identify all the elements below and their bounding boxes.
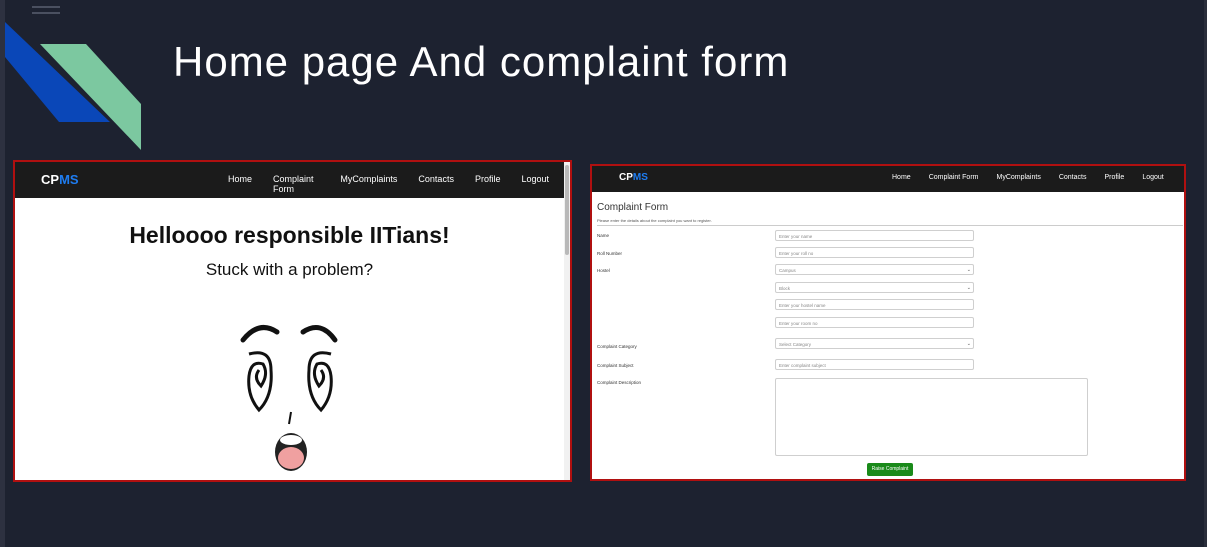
raise-complaint-button[interactable]: Raise Complaint (867, 463, 913, 476)
right-eyebrow (300, 325, 338, 343)
roll-label: Roll Number (597, 251, 623, 256)
tongue (278, 447, 304, 469)
form-title: Complaint Form (597, 202, 669, 213)
campus-select[interactable]: Campus ⌄ (775, 264, 974, 275)
nav-my-complaints[interactable]: MyComplaints (340, 174, 397, 194)
chevron-down-icon: ⌄ (966, 267, 971, 273)
hero-headline: Helloooo responsible IITians! (129, 222, 450, 248)
teeth (280, 435, 302, 445)
navbar: CPMS Home Complaint Form MyComplaints Co… (592, 166, 1184, 192)
slide-decoration (5, 22, 141, 150)
campus-select-value: Campus (779, 268, 796, 273)
description-textarea[interactable] (775, 378, 1088, 456)
brand-cp: CP (619, 172, 633, 183)
left-eyebrow (240, 325, 280, 343)
scrollbar-thumb[interactable] (565, 165, 569, 255)
room-input[interactable]: Enter your room no (775, 317, 974, 328)
subject-input[interactable]: Enter complaint subject (775, 359, 974, 370)
nav-contacts[interactable]: Contacts (418, 174, 454, 194)
slide-title: Home page And complaint form (173, 38, 790, 85)
category-select[interactable]: Select Category ⌄ (775, 338, 974, 349)
nav-logout[interactable]: Logout (521, 174, 549, 194)
brand-logo[interactable]: CPMS (41, 172, 79, 187)
block-select-value: Block (779, 286, 791, 291)
nav-complaint-form[interactable]: Complaint Form (929, 174, 979, 181)
hero-subheadline: Stuck with a problem? (205, 260, 374, 279)
nav-my-complaints[interactable]: MyComplaints (996, 174, 1040, 181)
right-eye (307, 351, 333, 413)
form-subtitle: Please enter the details about the compl… (597, 218, 712, 223)
brand-logo[interactable]: CPMS (619, 172, 648, 183)
category-select-value: Select Category (779, 342, 812, 347)
subject-label: Complaint Subject (597, 363, 634, 368)
nav-home[interactable]: Home (892, 174, 911, 181)
nav-home[interactable]: Home (228, 174, 252, 194)
form-divider (597, 225, 1183, 226)
hostel-name-input[interactable]: Enter your hostel name (775, 299, 974, 310)
nav-contacts[interactable]: Contacts (1059, 174, 1087, 181)
nav-complaint-form[interactable]: Complaint Form (273, 174, 319, 194)
scrollbar[interactable] (564, 162, 570, 480)
nav-logout[interactable]: Logout (1142, 174, 1163, 181)
block-select[interactable]: Block ⌄ (775, 282, 974, 293)
name-input[interactable]: Enter your name (775, 230, 974, 241)
name-label: Name (597, 233, 610, 238)
nav-links: Home Complaint Form MyComplaints Contact… (228, 174, 570, 194)
navbar: CPMS Home Complaint Form MyComplaints Co… (15, 162, 570, 198)
chevron-down-icon: ⌄ (966, 285, 971, 291)
hostel-label: Hostel (597, 268, 610, 273)
category-label: Complaint Category (597, 344, 637, 349)
complaint-form-screenshot: CPMS Home Complaint Form MyComplaints Co… (590, 164, 1186, 481)
description-label: Complaint Description (597, 380, 642, 385)
chevron-down-icon: ⌄ (966, 341, 971, 347)
homepage-screenshot: CPMS Home Complaint Form MyComplaints Co… (13, 160, 572, 482)
left-eye (247, 351, 273, 413)
nav-profile[interactable]: Profile (475, 174, 501, 194)
brand-ms: MS (632, 172, 648, 183)
nav-profile[interactable]: Profile (1104, 174, 1124, 181)
brand-cp: CP (41, 172, 60, 187)
nose (288, 411, 292, 425)
nav-links: Home Complaint Form MyComplaints Contact… (892, 174, 1182, 181)
shocked-face-illustration (240, 325, 338, 471)
brand-ms: MS (59, 172, 79, 187)
roll-input[interactable]: Enter your roll no (775, 247, 974, 258)
